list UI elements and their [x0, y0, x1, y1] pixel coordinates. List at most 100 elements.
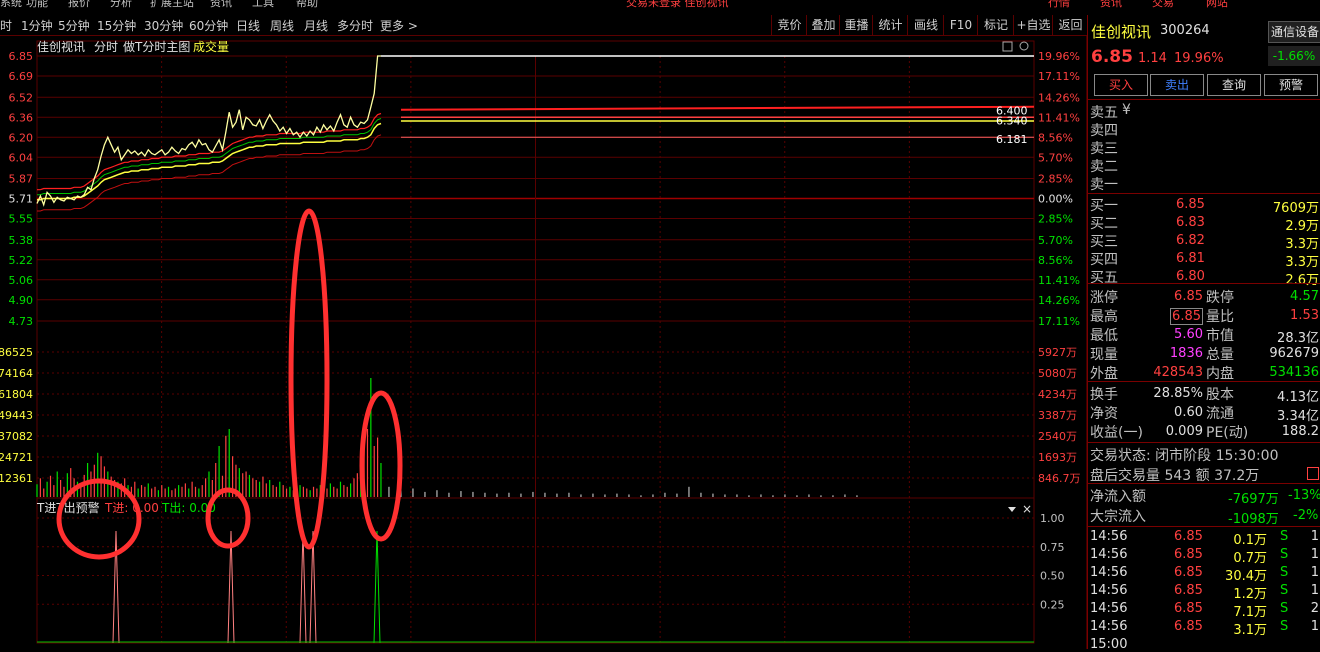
tick-volume: 0.7万 — [1233, 551, 1267, 566]
fund-label: 换手 — [1090, 387, 1118, 403]
buy-level-price: 6.85 — [1176, 197, 1205, 212]
tick-count: 1 — [1310, 547, 1319, 562]
top-nav-item[interactable]: 交易 — [1152, 0, 1174, 10]
tick-volume: 0.1万 — [1233, 533, 1267, 548]
price-tick-label: 6.36 — [9, 111, 34, 124]
period-tab[interactable]: 5分钟 — [58, 17, 90, 34]
period-tab[interactable]: 月线 — [304, 17, 328, 34]
fund-value: 4.13亿 — [1277, 390, 1319, 405]
annotation-ellipse — [288, 208, 330, 550]
menu-item[interactable]: 资讯 — [210, 0, 232, 10]
tick-side: S — [1280, 547, 1289, 562]
chart-tool-tab[interactable]: 统计 — [872, 15, 908, 35]
buy-level-volume: 2.6万 — [1285, 273, 1319, 288]
top-nav-item[interactable]: 行情 — [1048, 0, 1070, 10]
chart-tool-tab[interactable]: F10 — [943, 15, 978, 35]
volume-tick-label: 49443 — [0, 409, 33, 422]
price-tick-label: 5.55 — [9, 213, 34, 226]
trade-state: 交易状态: 闭市阶段 15:30:00 — [1090, 448, 1279, 464]
menu-item[interactable]: 工具 — [252, 0, 274, 10]
chart-tool-tab[interactable]: 竞价 — [771, 15, 807, 35]
chart-tool-tab[interactable]: 叠加 — [806, 15, 840, 35]
period-tab[interactable]: 周线 — [270, 17, 294, 34]
pct-tick-label: 8.56% — [1038, 131, 1073, 144]
tick-volume: 30.4万 — [1225, 569, 1267, 584]
fund-label: 净资 — [1090, 406, 1118, 422]
net-inflow-pct: -13% — [1288, 488, 1320, 503]
stat-label: 量比 — [1206, 309, 1234, 325]
buy-button[interactable]: 买入 — [1094, 74, 1148, 96]
tick-side: S — [1280, 583, 1289, 598]
top-nav-item[interactable]: 网站 — [1206, 0, 1228, 10]
stat-label: 跌停 — [1206, 290, 1234, 306]
period-tab[interactable]: 30分钟 — [144, 17, 183, 34]
period-tab[interactable]: 时 — [0, 17, 12, 34]
buy-level-price: 6.81 — [1176, 251, 1205, 266]
chart-tool-tab[interactable]: +自选 — [1013, 15, 1053, 35]
volume-tick-label: 61804 — [0, 388, 33, 401]
quote-panel: 佳创视讯 300264 通信设备 6.85 1.14 19.96% -1.66%… — [1087, 15, 1320, 652]
volume-right-tick: 4234万 — [1038, 388, 1077, 401]
industry-tag[interactable]: 通信设备 — [1268, 21, 1320, 43]
volume-tick-label: 12361 — [0, 472, 33, 485]
menu-item[interactable]: 系统 — [0, 0, 22, 10]
menu-item[interactable]: 分析 — [110, 0, 132, 10]
top-nav-item[interactable]: 资讯 — [1100, 0, 1122, 10]
price-tick-label: 5.06 — [9, 274, 34, 287]
signal-spike — [112, 530, 120, 644]
close-panel-icon[interactable] — [1019, 41, 1029, 51]
buy-level-label: 买四 — [1090, 252, 1118, 268]
pct-tick-label: 2.85% — [1038, 213, 1073, 226]
menu-item[interactable]: 扩展主站 — [150, 0, 194, 10]
stat-value: 1836 — [1169, 346, 1203, 361]
indicator-tick-label: 0.25 — [1040, 598, 1065, 611]
close-icon[interactable]: × — [1022, 502, 1032, 516]
zoom-icon[interactable] — [1002, 41, 1013, 52]
pct-tick-label: 2.85% — [1038, 173, 1073, 186]
fund-value: 28.85% — [1153, 386, 1203, 401]
menu-item[interactable]: 报价 — [68, 0, 90, 10]
period-tab[interactable]: 更多 > — [380, 17, 418, 34]
query-button[interactable]: 查询 — [1207, 74, 1261, 96]
price-mark-label: 6.181 — [996, 133, 1028, 146]
pct-tick-label: 19.96% — [1038, 50, 1080, 63]
period-tab[interactable]: 多分时 — [337, 17, 373, 34]
intraday-chart: 佳创视讯 分时 做T分时主图 成交量 6.85 19.96% 6.69 17.11% 6.52 1… — [0, 36, 1087, 649]
sell-level-label: 卖四 — [1090, 123, 1118, 139]
after-hours-volume: 盘后交易量 543 额 37.2万 — [1090, 468, 1260, 484]
dropdown-icon[interactable] — [1008, 507, 1016, 512]
sector-change-pct: -1.66% — [1268, 46, 1320, 66]
price-tick-label: 6.20 — [9, 131, 34, 144]
menu-item[interactable]: 帮助 — [296, 0, 318, 10]
stat-value: 5.60 — [1174, 327, 1203, 342]
period-tab[interactable]: 日线 — [236, 17, 260, 34]
buy-level-label: 买五 — [1090, 270, 1118, 286]
period-tab[interactable]: 15分钟 — [97, 17, 136, 34]
tick-time: 14:56 — [1090, 619, 1128, 634]
fund-label: 收益(一) — [1090, 425, 1143, 441]
chart-main-indicator: 做T分时主图 — [123, 39, 190, 54]
volume-tick-label: 24721 — [0, 451, 33, 464]
period-tab[interactable]: 60分钟 — [189, 17, 228, 34]
alert-button[interactable]: 预警 — [1264, 74, 1318, 96]
chart-tool-tab[interactable]: 标记 — [977, 15, 1014, 35]
menu-item[interactable]: 功能 — [26, 0, 48, 10]
fund-value: 0.009 — [1165, 424, 1203, 439]
stat-label: 涨停 — [1090, 290, 1118, 306]
chart-tool-tab[interactable]: 返回 — [1052, 15, 1088, 35]
chart-tool-tab[interactable]: 画线 — [907, 15, 944, 35]
chart-tool-tab[interactable]: 重播 — [839, 15, 873, 35]
volume-right-tick: 1693万 — [1038, 451, 1077, 464]
volume-right-tick: 3387万 — [1038, 409, 1077, 422]
tick-volume: 3.1万 — [1233, 623, 1267, 638]
indicator-title: T进T出预警 — [36, 500, 100, 515]
sell-level-label: 卖一 — [1090, 177, 1118, 193]
stat-value: 4.57 — [1290, 289, 1319, 304]
tick-count: 1 — [1310, 565, 1319, 580]
stat-label: 现量 — [1090, 347, 1118, 363]
net-inflow-value: -7697万 — [1228, 492, 1279, 507]
fund-label: 流通 — [1206, 406, 1234, 422]
period-tab[interactable]: 1分钟 — [21, 17, 53, 34]
sell-button[interactable]: 卖出 — [1150, 74, 1204, 96]
after-hours-chart-icon[interactable] — [1307, 467, 1319, 480]
